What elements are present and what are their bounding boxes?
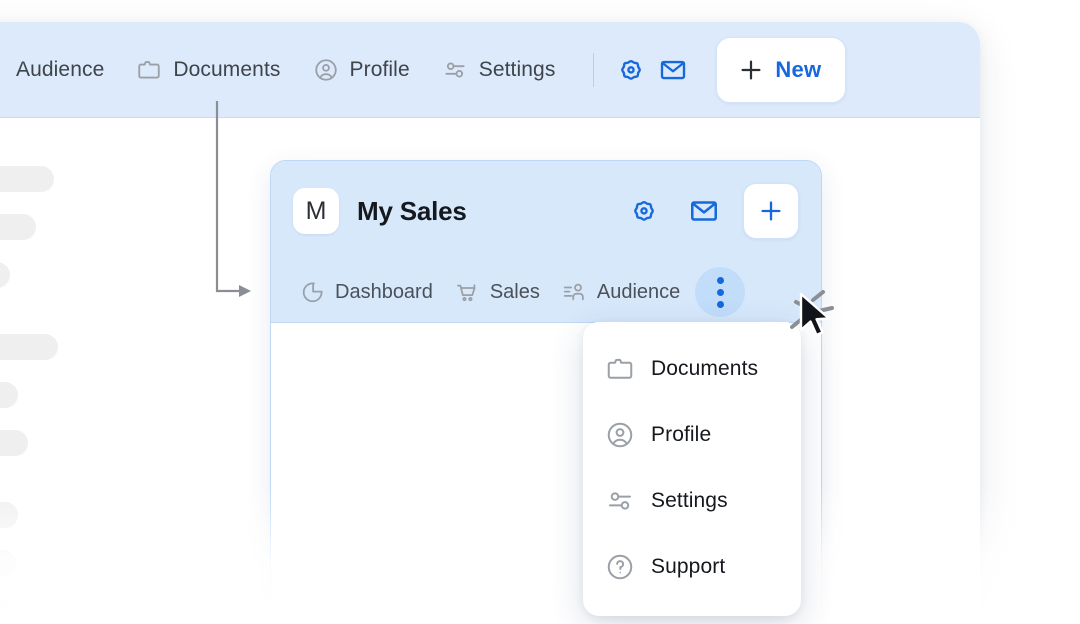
- skeleton-bar: [0, 214, 36, 240]
- skeleton-bar: [0, 598, 10, 624]
- cart-icon: [455, 280, 480, 305]
- card-tab-bar: Dashboard Sales: [271, 261, 821, 323]
- card-title-row: M My Sales: [271, 161, 821, 261]
- topbar-gear-button[interactable]: [610, 49, 652, 91]
- menu-item-label: Settings: [651, 489, 728, 513]
- nav-item-label: Documents: [173, 58, 280, 82]
- audience-icon: [562, 280, 587, 305]
- nav-item-label: Profile: [350, 58, 410, 82]
- pie-chart-icon: [300, 280, 325, 305]
- avatar: M: [293, 188, 339, 234]
- card-add-button[interactable]: [743, 183, 799, 239]
- gear-icon: [616, 55, 646, 85]
- card-header-actions: [623, 183, 799, 239]
- nav-item-documents[interactable]: Documents: [120, 48, 296, 92]
- card-header: M My Sales: [271, 161, 821, 323]
- user-circle-icon: [313, 57, 339, 83]
- plus-icon: [757, 197, 785, 225]
- user-circle-icon: [605, 420, 635, 450]
- question-circle-icon: [605, 552, 635, 582]
- avatar-initial: M: [306, 197, 327, 226]
- topbar-mail-button[interactable]: [652, 49, 694, 91]
- menu-item-label: Documents: [651, 357, 758, 381]
- menu-item-profile[interactable]: Profile: [583, 402, 801, 468]
- skeleton-bar: [0, 502, 18, 528]
- skeleton-bar: [0, 262, 10, 288]
- kebab-menu-icon[interactable]: [695, 267, 745, 317]
- menu-item-settings[interactable]: Settings: [583, 468, 801, 534]
- kebab-dot: [717, 289, 724, 296]
- kebab-dot: [717, 301, 724, 308]
- mail-icon: [658, 55, 688, 85]
- plus-icon: [737, 56, 765, 84]
- tab-audience[interactable]: Audience: [551, 272, 691, 312]
- menu-item-support[interactable]: Support: [583, 534, 801, 600]
- tab-dashboard[interactable]: Dashboard: [289, 272, 444, 312]
- menu-item-label: Support: [651, 555, 725, 579]
- folder-icon: [605, 354, 635, 384]
- skeleton-bar: [0, 166, 54, 192]
- new-button[interactable]: New: [716, 37, 846, 103]
- tab-label: Dashboard: [335, 281, 433, 304]
- mail-icon: [688, 195, 720, 227]
- gear-icon: [629, 196, 659, 226]
- app-top-bar: Audience Documents: [0, 22, 980, 118]
- page-title: My Sales: [357, 196, 467, 227]
- toolbar-divider: [593, 53, 594, 87]
- tab-sales[interactable]: Sales: [444, 272, 551, 312]
- nav-item-label: Audience: [16, 58, 104, 82]
- kebab-dot: [717, 277, 724, 284]
- skeleton-bar: [0, 550, 16, 576]
- sliders-icon: [605, 486, 635, 516]
- menu-item-label: Profile: [651, 423, 711, 447]
- nav-item-audience[interactable]: Audience: [0, 48, 120, 92]
- top-navigation: Audience Documents: [0, 22, 846, 118]
- skeleton-bar: [0, 382, 18, 408]
- skeleton-bar: [0, 430, 28, 456]
- folder-icon: [136, 57, 162, 83]
- nav-item-profile[interactable]: Profile: [297, 48, 426, 92]
- screenshot-root: Audience Documents: [0, 0, 1080, 624]
- card-gear-button[interactable]: [623, 190, 665, 232]
- card-mail-button[interactable]: [683, 190, 725, 232]
- sliders-icon: [442, 57, 468, 83]
- tab-label: Audience: [597, 281, 680, 304]
- new-button-label: New: [775, 57, 821, 83]
- tab-label: Sales: [490, 281, 540, 304]
- menu-item-documents[interactable]: Documents: [583, 336, 801, 402]
- nav-item-settings[interactable]: Settings: [426, 48, 572, 92]
- nav-item-label: Settings: [479, 58, 556, 82]
- overflow-dropdown-menu: Documents Profile Setting: [583, 322, 801, 616]
- skeleton-bar: [0, 334, 58, 360]
